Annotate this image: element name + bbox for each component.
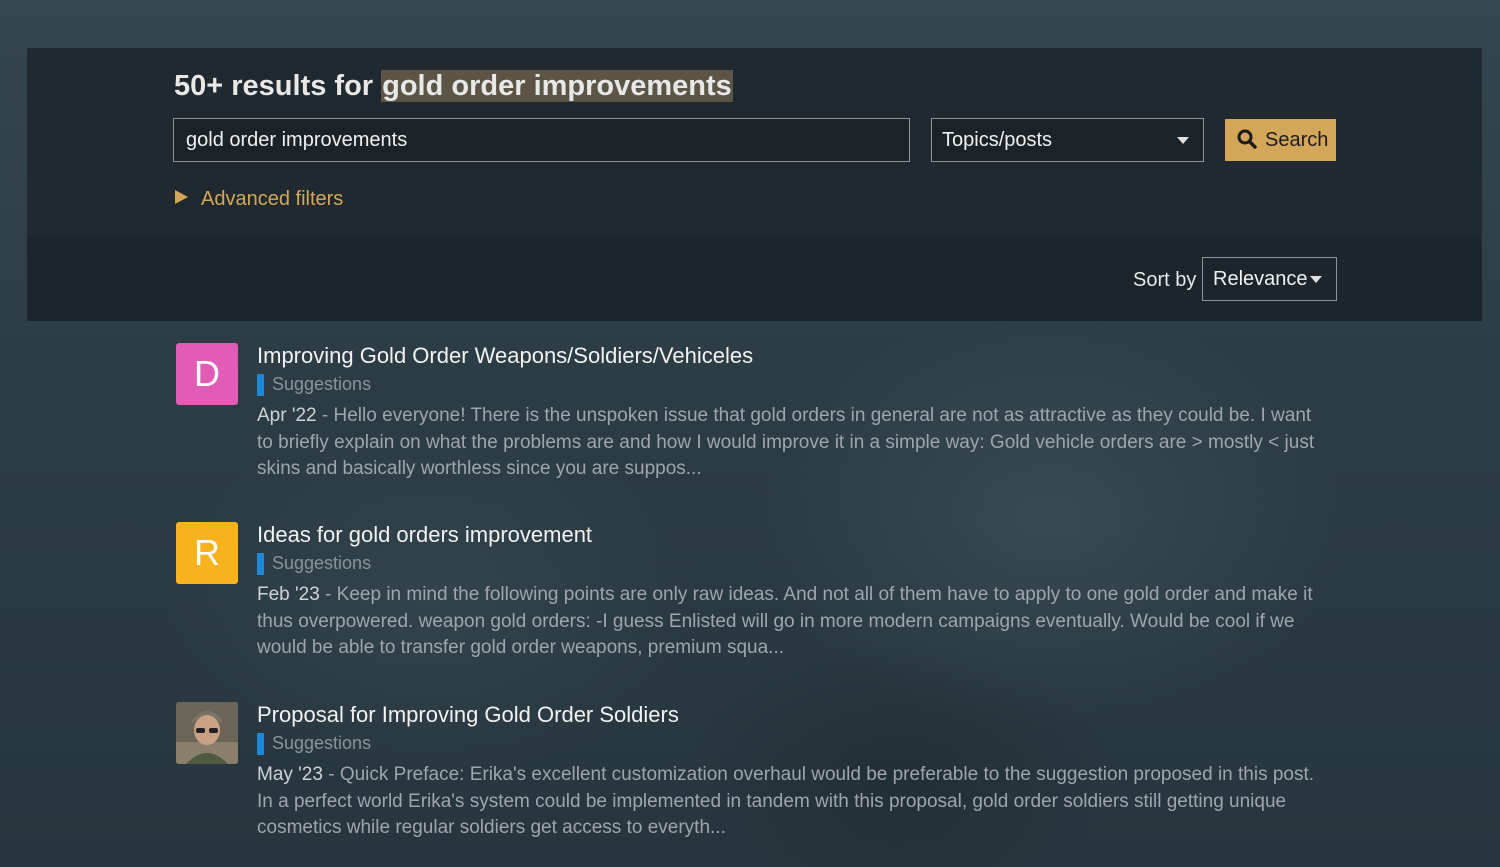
result-blurb[interactable]: Apr '22 - Hello everyone! There is the u…	[257, 403, 1327, 483]
category-badge[interactable]: Suggestions	[257, 553, 372, 575]
sort-select[interactable]: Relevance	[1202, 257, 1337, 301]
category-badge[interactable]: Suggestions	[257, 733, 372, 755]
result-excerpt: - Hello everyone! There is the unspoken …	[257, 405, 1315, 479]
search-type-select[interactable]: Topics/posts	[931, 118, 1204, 162]
advanced-filters-label: Advanced filters	[201, 188, 344, 210]
sort-value: Relevance	[1213, 268, 1308, 290]
results-count-text: 50+ results for	[174, 70, 382, 102]
search-button-label: Search	[1265, 129, 1329, 151]
avatar[interactable]	[176, 702, 238, 764]
caret-down-icon	[1177, 137, 1189, 144]
results-heading: 50+ results for gold order improvements	[174, 70, 733, 103]
result-date: May '23	[257, 764, 323, 785]
avatar[interactable]: D	[176, 343, 238, 405]
category-color-bar	[257, 374, 264, 396]
search-type-value: Topics/posts	[942, 129, 1053, 151]
result-title-link[interactable]: Ideas for gold orders improvement	[257, 522, 592, 548]
sort-label: Sort by	[1133, 269, 1197, 291]
result-date: Apr '22	[257, 405, 317, 426]
advanced-filters-toggle[interactable]: Advanced filters	[175, 188, 343, 211]
result-excerpt: - Keep in mind the following points are …	[257, 584, 1313, 658]
search-input[interactable]: gold order improvements	[173, 118, 910, 162]
category-label: Suggestions	[272, 374, 372, 394]
category-color-bar	[257, 733, 264, 755]
avatar[interactable]: R	[176, 522, 238, 584]
query-highlight: gold order improvements	[381, 70, 733, 102]
search-header: 50+ results for gold order improvements …	[27, 48, 1482, 237]
search-icon	[1237, 129, 1257, 149]
category-label: Suggestions	[272, 553, 372, 573]
result-blurb[interactable]: May '23 - Quick Preface: Erika's excelle…	[257, 762, 1327, 842]
result-date: Feb '23	[257, 584, 320, 605]
caret-down-icon	[1310, 276, 1322, 283]
result-blurb[interactable]: Feb '23 - Keep in mind the following poi…	[257, 582, 1327, 662]
search-button[interactable]: Search	[1225, 119, 1336, 161]
result-title-link[interactable]: Improving Gold Order Weapons/Soldiers/Ve…	[257, 343, 753, 369]
category-label: Suggestions	[272, 733, 372, 753]
category-badge[interactable]: Suggestions	[257, 374, 372, 396]
result-title-link[interactable]: Proposal for Improving Gold Order Soldie…	[257, 702, 679, 728]
result-excerpt: - Quick Preface: Erika's excellent custo…	[257, 764, 1315, 838]
user-photo-icon	[176, 702, 238, 764]
category-color-bar	[257, 553, 264, 575]
search-panel: 50+ results for gold order improvements …	[27, 48, 1482, 321]
disclosure-triangle-icon	[175, 190, 188, 204]
